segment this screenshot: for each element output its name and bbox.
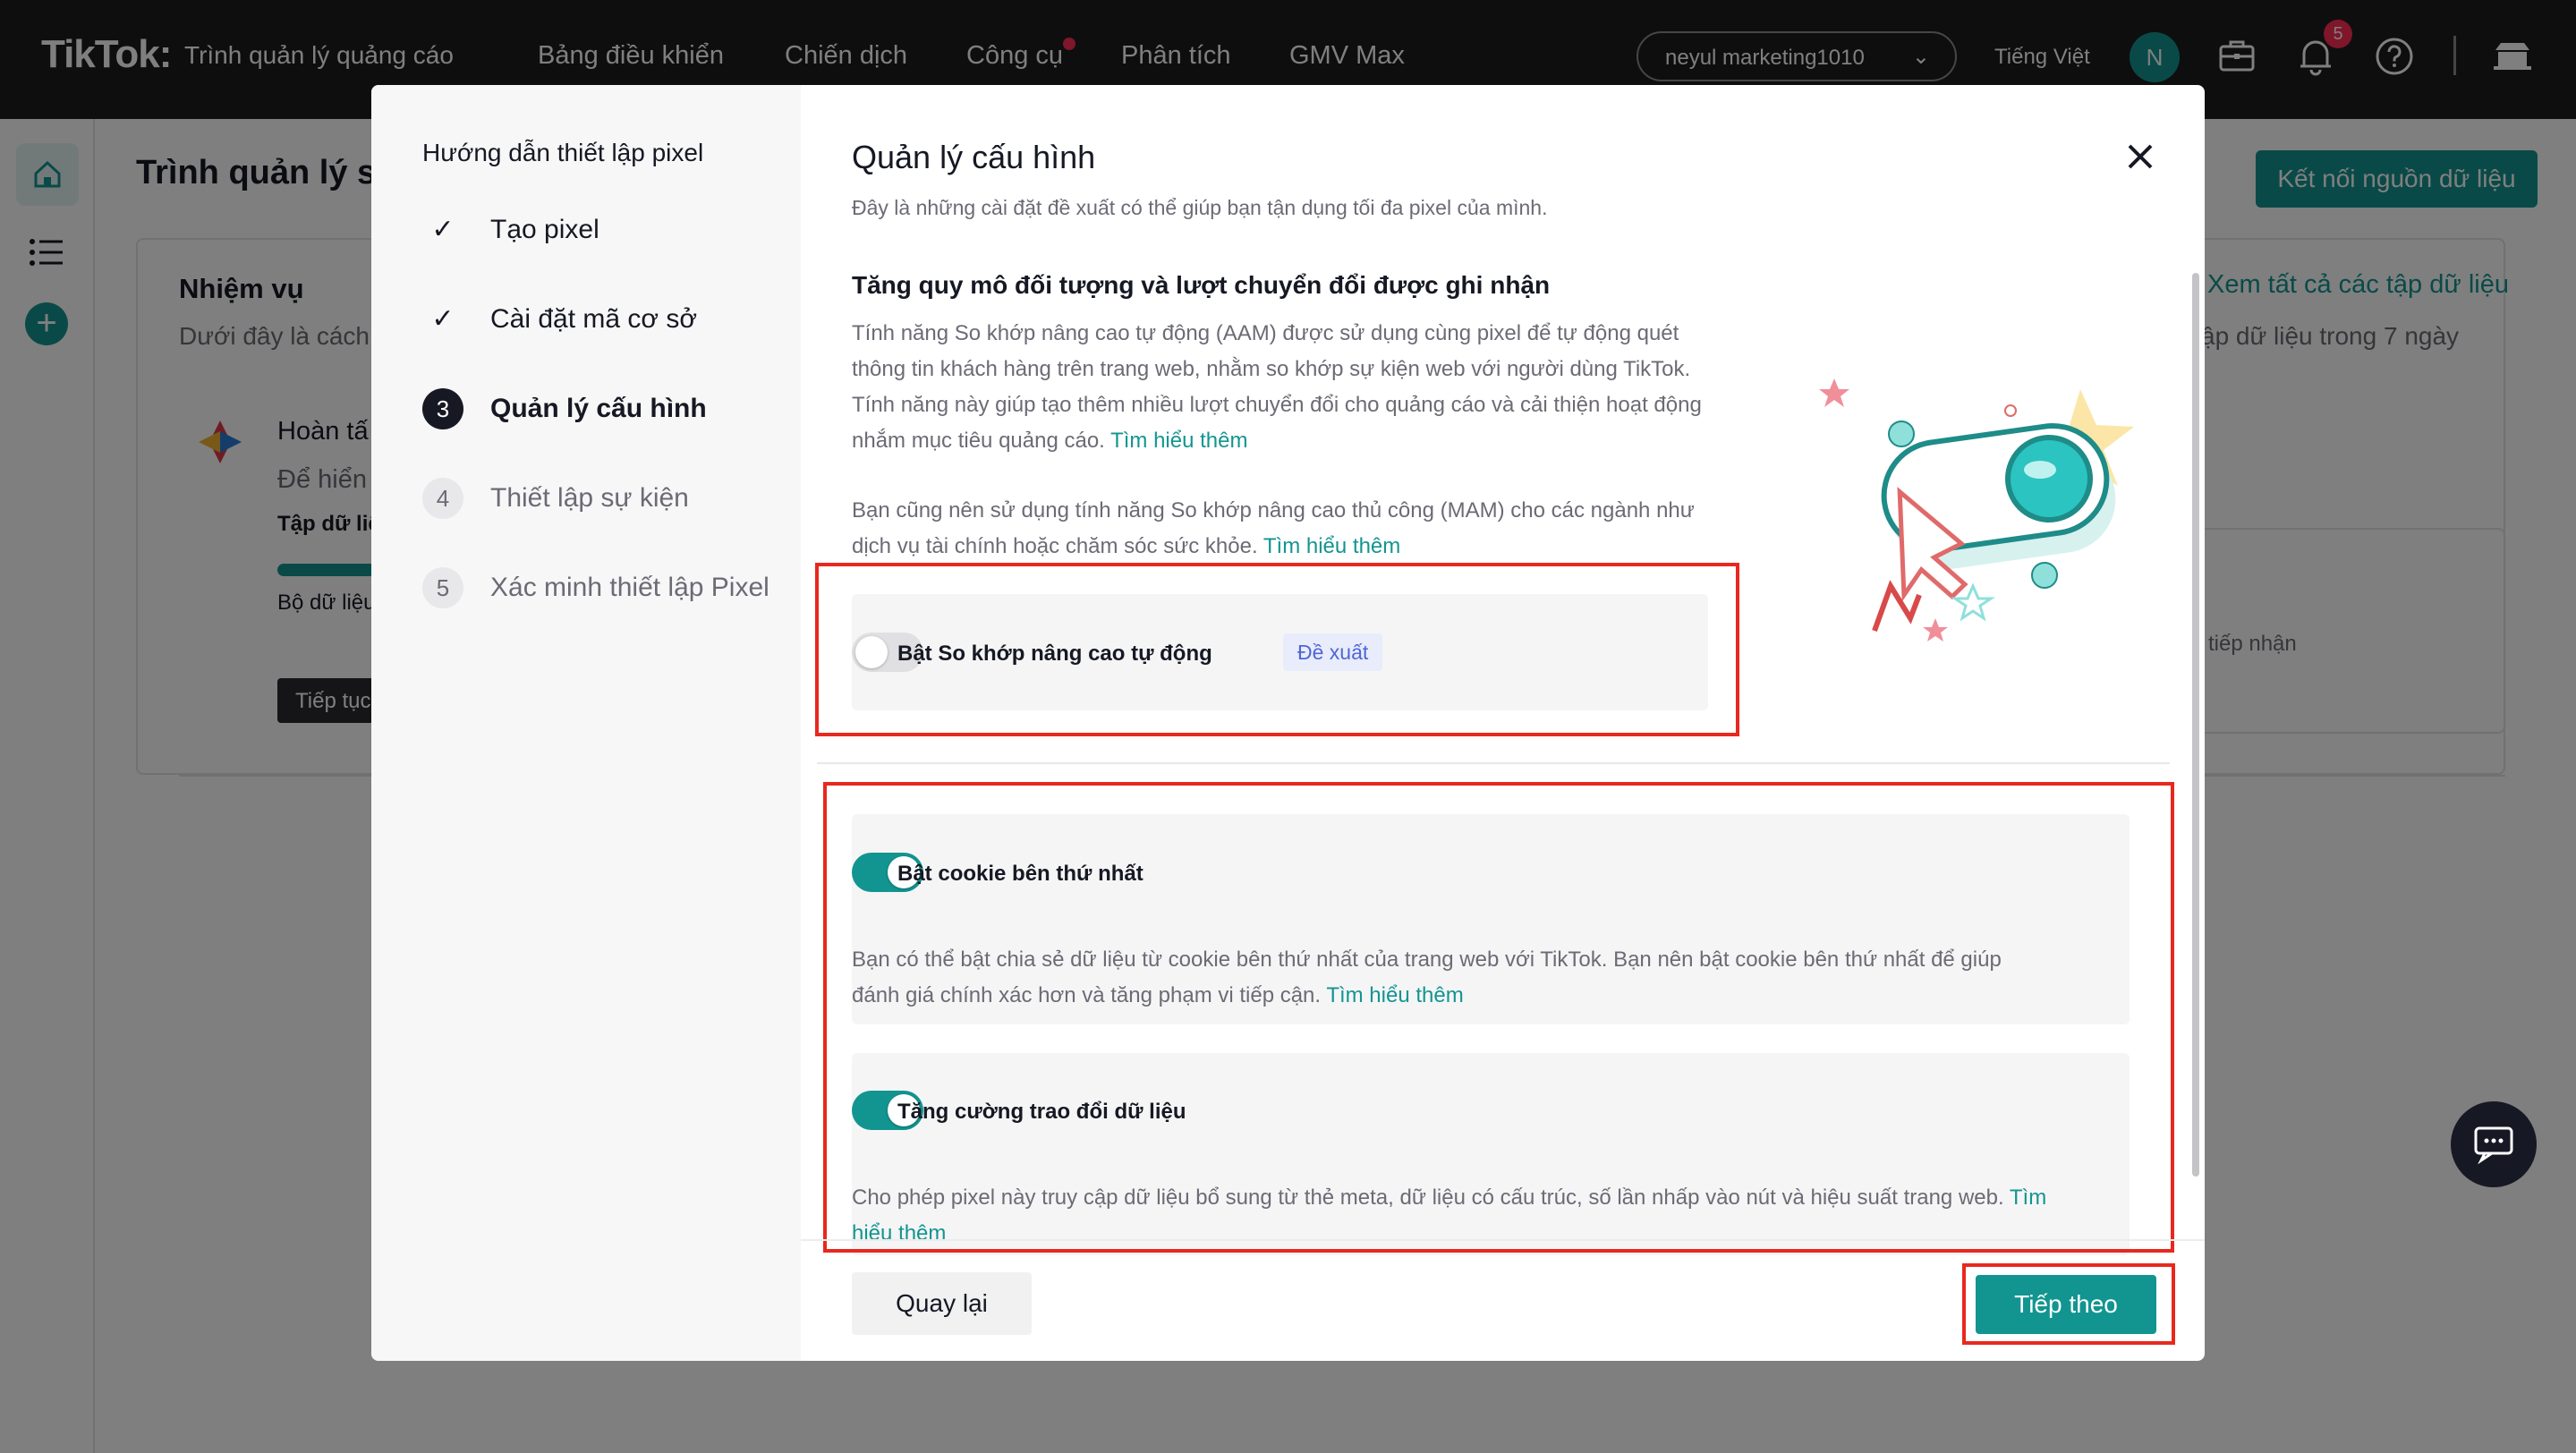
- learn-more-link[interactable]: Tìm hiểu thêm: [1263, 534, 1400, 558]
- aam-description: Tính năng So khớp nâng cao tự động (AAM)…: [852, 316, 1702, 459]
- step-create-pixel[interactable]: ✓ Tạo pixel: [422, 209, 789, 251]
- check-icon: ✓: [431, 304, 455, 334]
- pixel-setup-modal: Hướng dẫn thiết lập pixel ✓ Tạo pixel ✓ …: [371, 85, 2205, 1361]
- back-button[interactable]: Quay lại: [852, 1272, 1032, 1335]
- chat-icon: [2474, 1126, 2513, 1165]
- step-label: Xác minh thiết lập Pixel: [490, 573, 769, 602]
- section-title: Tăng quy mô đối tượng và lượt chuyển đổi…: [852, 271, 1551, 299]
- close-icon[interactable]: [2121, 137, 2160, 176]
- footer-divider: [801, 1239, 2205, 1241]
- step-setup-events[interactable]: 4 Thiết lập sự kiện: [422, 478, 789, 519]
- aam-description-text: Tính năng So khớp nâng cao tự động (AAM)…: [852, 321, 1702, 453]
- chat-support-button[interactable]: [2451, 1101, 2537, 1187]
- step-verify-pixel[interactable]: 5 Xác minh thiết lập Pixel: [422, 567, 789, 608]
- step-number: 4: [422, 478, 463, 519]
- highlight-box-aam: [815, 563, 1739, 736]
- step-label: Quản lý cấu hình: [490, 394, 707, 423]
- setup-steps-panel: Hướng dẫn thiết lập pixel ✓ Tạo pixel ✓ …: [371, 85, 801, 1361]
- options-divider: [817, 762, 2170, 764]
- learn-more-link[interactable]: Tìm hiểu thêm: [1110, 429, 1247, 453]
- scrollbar[interactable]: [2192, 273, 2199, 1177]
- step-number: 5: [422, 567, 463, 608]
- step-label: Thiết lập sự kiện: [490, 483, 689, 513]
- check-icon: ✓: [431, 215, 455, 244]
- step-label: Tạo pixel: [490, 215, 599, 244]
- toggle-illustration: [1819, 378, 2134, 642]
- highlight-box-cookie-data: [823, 782, 2174, 1253]
- modal-subtitle: Đây là những cài đặt đề xuất có thể giúp…: [852, 196, 1548, 219]
- step-install-base-code[interactable]: ✓ Cài đặt mã cơ sở: [422, 299, 789, 340]
- highlight-box-next: [1962, 1263, 2175, 1345]
- modal-title: Quản lý cấu hình: [852, 139, 1096, 175]
- step-manage-configuration[interactable]: 3 Quản lý cấu hình: [422, 388, 789, 429]
- step-label: Cài đặt mã cơ sở: [490, 304, 698, 334]
- mam-description: Bạn cũng nên sử dụng tính năng So khớp n…: [852, 493, 1702, 565]
- step-number: 3: [422, 388, 463, 429]
- steps-title: Hướng dẫn thiết lập pixel: [422, 139, 704, 166]
